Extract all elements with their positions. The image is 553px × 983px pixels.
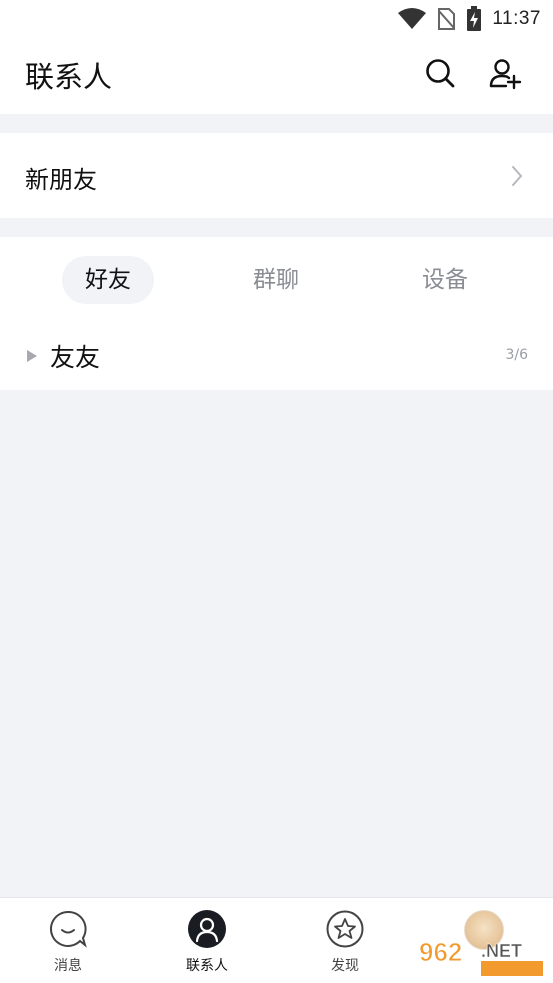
new-friends-row[interactable]: 新朋友 <box>0 133 553 218</box>
group-count: 3/6 <box>505 347 528 363</box>
tab-groups[interactable]: 群聊 <box>230 256 322 304</box>
no-sim-icon <box>438 8 456 30</box>
wifi-icon <box>398 8 427 29</box>
nav-contacts-label: 联系人 <box>186 958 228 974</box>
chevron-right-icon <box>512 166 523 186</box>
new-friends-label: 新朋友 <box>25 166 97 194</box>
bottom-nav: 消息 联系人 发现 <box>0 897 553 983</box>
battery-charging-icon <box>467 6 482 31</box>
nav-contacts[interactable]: 联系人 <box>167 910 247 976</box>
search-button[interactable] <box>424 57 458 91</box>
star-icon <box>326 910 364 948</box>
search-icon <box>426 59 455 88</box>
friend-group-row[interactable]: 友友 3/6 <box>0 333 553 379</box>
nav-messages[interactable]: 消息 <box>28 910 108 976</box>
contacts-panel: 好友 群聊 设备 友友 3/6 <box>0 237 553 390</box>
status-time: 11:37 <box>492 8 541 29</box>
nav-discover-label: 发现 <box>331 958 359 974</box>
group-name: 友友 <box>50 343 101 372</box>
nav-discover[interactable]: 发现 <box>305 910 385 976</box>
tab-devices[interactable]: 设备 <box>399 256 491 304</box>
avatar <box>464 910 504 950</box>
app-header: 联系人 <box>0 38 553 114</box>
tab-friends[interactable]: 好友 <box>62 256 154 304</box>
add-contact-icon <box>489 59 522 90</box>
nav-profile[interactable] <box>444 910 524 976</box>
chat-bubble-icon <box>49 910 87 948</box>
person-icon <box>188 910 226 948</box>
page-title: 联系人 <box>25 60 113 94</box>
status-bar: 11:37 <box>0 0 553 38</box>
expand-arrow-icon <box>27 350 37 362</box>
add-contact-button[interactable] <box>488 57 522 91</box>
contacts-screen: 11:37 联系人 新朋友 好友 群聊 设备 友友 3/6 消息 联系人 发现 … <box>0 0 553 983</box>
nav-messages-label: 消息 <box>54 958 82 974</box>
